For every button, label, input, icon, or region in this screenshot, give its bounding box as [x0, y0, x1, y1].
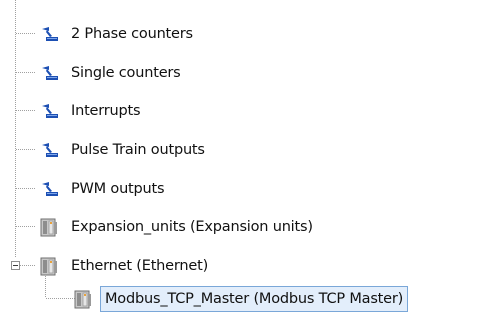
- device-tree: 2 Phase counters Single counters Interru…: [0, 0, 479, 318]
- tree-item-interrupts[interactable]: Interrupts: [38, 97, 143, 125]
- counter-function-icon: [38, 62, 60, 84]
- device-module-icon: [38, 216, 60, 238]
- counter-function-icon: [38, 178, 60, 200]
- tree-item-label: Ethernet (Ethernet): [71, 258, 209, 274]
- tree-item-pulse-train-outputs[interactable]: Pulse Train outputs: [38, 136, 208, 164]
- tree-item-label: Pulse Train outputs: [71, 142, 205, 158]
- tree-item-label: Expansion_units (Expansion units): [71, 219, 313, 235]
- counter-function-icon: [38, 139, 60, 161]
- collapse-toggle-ethernet[interactable]: [11, 261, 20, 270]
- tree-item-label: Modbus_TCP_Master (Modbus TCP Master): [100, 286, 409, 312]
- tree-item-ethernet[interactable]: Ethernet (Ethernet): [38, 252, 211, 280]
- tree-item-expansion-units[interactable]: Expansion_units (Expansion units): [38, 213, 316, 241]
- tree-item-modbus-tcp-master[interactable]: Modbus_TCP_Master (Modbus TCP Master): [72, 285, 409, 313]
- counter-function-icon: [38, 23, 60, 45]
- counter-function-icon: [38, 100, 60, 122]
- tree-item-2-phase-counters[interactable]: 2 Phase counters: [38, 20, 196, 48]
- tree-item-label: 2 Phase counters: [71, 26, 193, 42]
- tree-item-label: Single counters: [71, 65, 181, 81]
- device-module-icon: [72, 288, 94, 310]
- device-module-icon: [38, 255, 60, 277]
- tree-item-label: PWM outputs: [71, 181, 165, 197]
- tree-item-single-counters[interactable]: Single counters: [38, 59, 184, 87]
- tree-item-pwm-outputs[interactable]: PWM outputs: [38, 175, 167, 203]
- tree-item-label: Interrupts: [71, 103, 141, 119]
